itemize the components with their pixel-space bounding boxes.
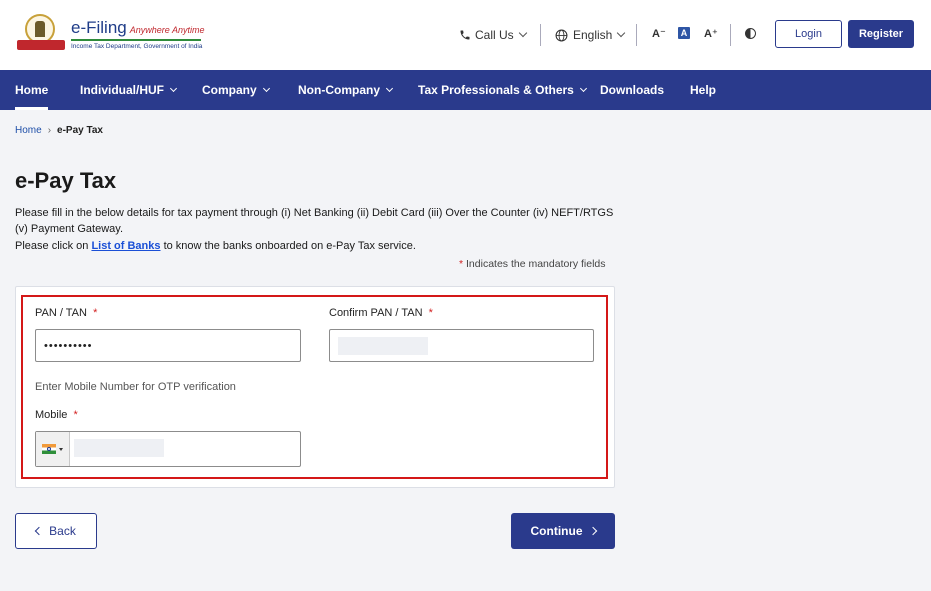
- breadcrumb-home-link[interactable]: Home: [15, 125, 42, 136]
- payment-description: Please fill in the below details for tax…: [15, 207, 614, 235]
- logo-text: e-Filing Anywhere Anytime Income Tax Dep…: [71, 18, 204, 50]
- login-button[interactable]: Login: [775, 20, 842, 48]
- top-header: e-Filing Anywhere Anytime Income Tax Dep…: [0, 0, 931, 70]
- chevron-down-icon: [169, 84, 178, 93]
- language-dropdown[interactable]: English: [555, 0, 626, 70]
- call-us-dropdown[interactable]: Call Us: [459, 0, 527, 70]
- logo-title: e-Filing: [71, 18, 127, 37]
- masked-value: [338, 337, 428, 355]
- chevron-left-icon: [34, 526, 44, 536]
- nav-downloads[interactable]: Downloads: [600, 70, 664, 110]
- chevron-down-icon: [579, 84, 587, 93]
- call-us-label: Call Us: [475, 28, 514, 42]
- nav-tax-professionals[interactable]: Tax Professionals & Others: [418, 70, 587, 110]
- confirm-pan-tan-label: Confirm PAN / TAN *: [329, 307, 433, 319]
- logo-subtitle: Income Tax Department, Government of Ind…: [71, 43, 203, 50]
- country-code-dropdown[interactable]: [36, 432, 70, 466]
- nav-home[interactable]: Home: [15, 70, 49, 110]
- chevron-down-icon: [617, 28, 626, 38]
- language-label: English: [573, 28, 613, 42]
- pan-tan-input[interactable]: ••••••••••: [35, 329, 301, 362]
- efiling-logo[interactable]: e-Filing Anywhere Anytime Income Tax Dep…: [15, 14, 204, 54]
- chevron-down-icon: [385, 84, 394, 93]
- nav-company[interactable]: Company: [202, 70, 270, 110]
- logo-tagline: Anywhere Anytime: [129, 25, 205, 35]
- globe-icon: [555, 29, 568, 41]
- confirm-pan-tan-input[interactable]: [329, 329, 594, 362]
- phone-icon: [460, 30, 470, 40]
- breadcrumb: Home › e-Pay Tax: [15, 125, 103, 136]
- mandatory-note: * Indicates the mandatory fields: [459, 258, 606, 270]
- header-divider: [730, 24, 731, 46]
- chevron-right-icon: [588, 526, 597, 536]
- font-normal-button[interactable]: A: [678, 27, 690, 39]
- india-flag-icon: [42, 444, 56, 454]
- mobile-label: Mobile *: [35, 409, 78, 421]
- banks-info: Please click on List of Banks to know th…: [15, 240, 416, 252]
- breadcrumb-separator: ›: [47, 125, 52, 136]
- pan-tan-label: PAN / TAN *: [35, 307, 98, 319]
- page-title: e-Pay Tax: [15, 168, 117, 193]
- header-divider: [540, 24, 541, 46]
- breadcrumb-current: e-Pay Tax: [57, 125, 103, 136]
- emblem-icon: [15, 14, 67, 54]
- main-nav: Home Individual/HUF Company Non-Company …: [0, 70, 931, 110]
- otp-hint: Enter Mobile Number for OTP verification: [35, 381, 236, 393]
- nav-help[interactable]: Help: [690, 70, 716, 110]
- font-increase-button[interactable]: A⁺: [704, 27, 718, 40]
- nav-non-company[interactable]: Non-Company: [298, 70, 394, 110]
- chevron-down-icon: [518, 28, 527, 38]
- pan-tan-value: ••••••••••: [44, 339, 93, 352]
- register-button[interactable]: Register: [848, 20, 914, 48]
- font-decrease-button[interactable]: A⁻: [652, 27, 666, 40]
- caret-down-icon: [59, 447, 63, 451]
- masked-value: [74, 439, 164, 457]
- chevron-down-icon: [262, 84, 270, 93]
- list-of-banks-link[interactable]: List of Banks: [91, 240, 160, 252]
- back-button[interactable]: Back: [15, 513, 97, 549]
- mobile-input[interactable]: [35, 431, 301, 467]
- nav-individual-huf[interactable]: Individual/HUF: [80, 70, 178, 110]
- header-divider: [636, 24, 637, 46]
- contrast-icon[interactable]: [745, 28, 756, 39]
- continue-button[interactable]: Continue: [511, 513, 615, 549]
